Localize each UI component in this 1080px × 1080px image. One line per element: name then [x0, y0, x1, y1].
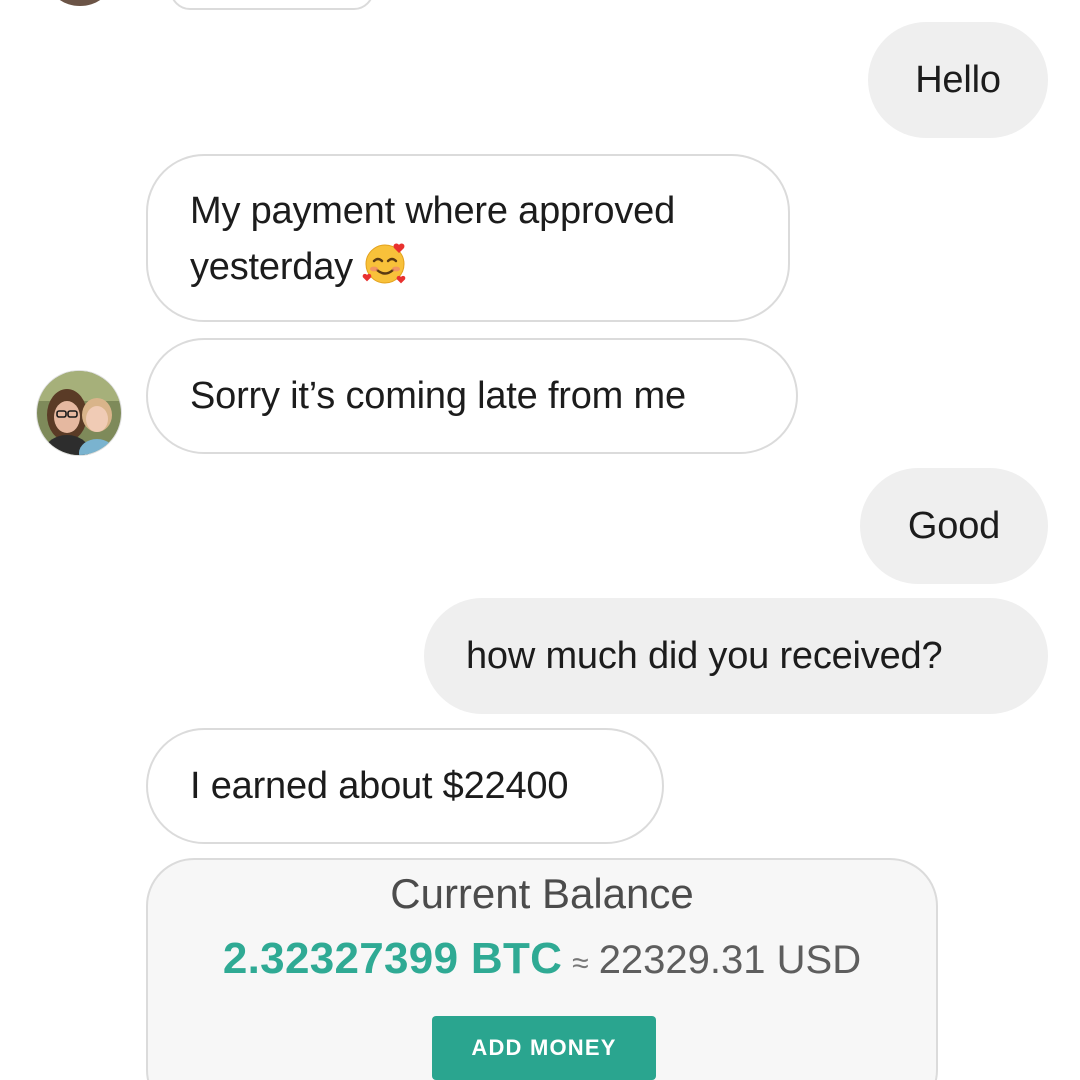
- avatar[interactable]: [36, 370, 122, 456]
- btc-amount: 2.32327399 BTC: [222, 934, 563, 983]
- chat-thread: Hello My payment where approved yesterda…: [0, 0, 1080, 1080]
- balance-row: 2.32327399 BTC ≈22329.31 USD: [148, 934, 936, 984]
- message-outgoing-howmuch[interactable]: how much did you received?: [424, 598, 1048, 714]
- message-incoming-sorry[interactable]: Sorry it’s coming late from me: [146, 338, 798, 454]
- message-outgoing-hello[interactable]: Hello: [868, 22, 1048, 138]
- message-bubble-cropped: [170, 0, 374, 10]
- profile-photo: [37, 371, 121, 455]
- avatar-cropped[interactable]: [50, 0, 110, 6]
- add-money-button[interactable]: ADD MONEY: [432, 1016, 656, 1080]
- usd-amount: 22329.31 USD: [598, 938, 862, 982]
- wallet-screenshot-attachment[interactable]: Current Balance 2.32327399 BTC ≈22329.31 …: [146, 858, 938, 1080]
- message-text: I earned about $22400: [190, 765, 569, 807]
- message-text: Good: [907, 505, 1001, 547]
- smiling-face-with-hearts-emoji: [362, 243, 406, 284]
- message-incoming-earned[interactable]: I earned about $22400: [146, 728, 664, 844]
- message-text: how much did you received?: [466, 635, 943, 677]
- message-incoming-approved[interactable]: My payment where approved yesterday: [146, 154, 790, 322]
- approx-symbol: ≈: [572, 947, 589, 980]
- message-text: Sorry it’s coming late from me: [190, 375, 686, 417]
- message-outgoing-good[interactable]: Good: [860, 468, 1048, 584]
- message-text: Hello: [915, 59, 1001, 101]
- message-text: My payment where approved yesterday: [190, 190, 676, 288]
- balance-title: Current Balance: [390, 870, 694, 917]
